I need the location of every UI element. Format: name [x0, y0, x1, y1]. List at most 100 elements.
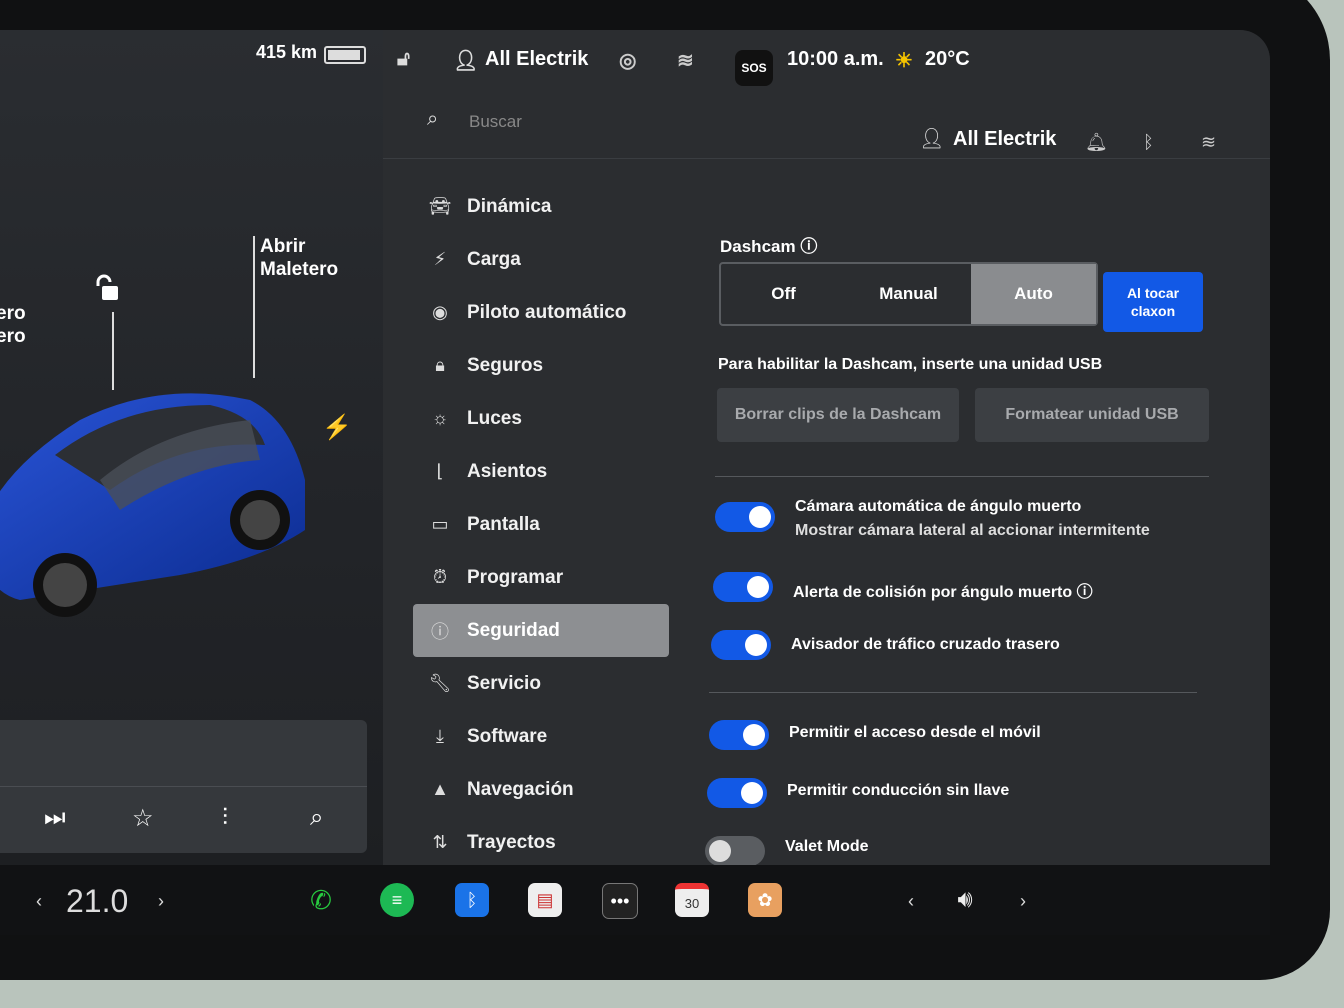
volume-icon[interactable]: 🔊︎	[948, 883, 982, 917]
menu-item-seguridad[interactable]: ⓘ Seguridad	[413, 604, 669, 657]
toggle-blind-spot-collision-alert[interactable]	[713, 572, 773, 602]
media-search-icon[interactable]: ⌕	[310, 804, 323, 832]
profile-icon[interactable]: 👤︎	[453, 48, 478, 73]
profile-name[interactable]: All Electrik	[485, 48, 588, 71]
menu-item-seguros[interactable]: 🔒︎ Seguros	[413, 339, 669, 392]
range-readout: 415 km	[256, 42, 318, 62]
toggle-label: Permitir conducción sin llave	[787, 782, 1010, 799]
dashcam-mode-selector: Off Manual Auto	[719, 262, 1098, 326]
menu-item-software[interactable]: ⤓ Software	[413, 710, 669, 763]
search-row: ⌕ Buscar 👤︎ All Electrik 🔔︎ ᛒ ≋	[383, 90, 1270, 159]
download-icon: ⤓	[436, 726, 444, 746]
toggle-valet-mode[interactable]	[705, 836, 765, 866]
phone-icon[interactable]: ✆	[304, 883, 338, 917]
dashcam-title: Dashcam ⓘ	[720, 237, 818, 256]
unlock-icon[interactable]	[96, 274, 124, 311]
sentry-icon[interactable]: ◎	[619, 48, 636, 73]
status-bar: 🔓︎ 👤︎ All Electrik ◎ ≋ SOS 10:00 a.m. ☀ …	[383, 30, 1270, 90]
settings-menu: 🚘︎ Dinámica ⚡︎ Carga ◉ Piloto automático 🔒︎…	[413, 180, 669, 869]
navigation-icon: ▲	[431, 779, 449, 799]
media-player: ⏭ ☆ ⫶ ⌕	[0, 720, 367, 853]
bluetooth-app-icon[interactable]: ᛒ	[455, 883, 489, 917]
sun-icon: ☀	[895, 50, 913, 72]
light-icon: ☼	[431, 408, 449, 428]
info-icon[interactable]: ⓘ	[1077, 584, 1093, 601]
open-trunk-button[interactable]: Abrir Maletero	[260, 235, 338, 281]
car-model-image	[0, 393, 305, 617]
outside-temperature: 20°C	[925, 48, 970, 70]
lock-icon: 🔒︎	[435, 355, 445, 375]
toggle-label: Valet Mode	[785, 838, 869, 855]
menu-item-dinamica[interactable]: 🚘︎ Dinámica	[413, 180, 669, 233]
menu-item-trayectos[interactable]: ⇅ Trayectos	[413, 816, 669, 869]
wifi-status-icon: ≋	[677, 50, 694, 72]
menu-item-asientos[interactable]: ⌊ Asientos	[413, 445, 669, 498]
toggle-mobile-access[interactable]	[709, 720, 769, 750]
next-track-icon[interactable]: ⏭	[44, 804, 66, 832]
bottom-dock: ‹ 21.0 › ✆ ≡ ᛒ ▤ ••• 30 ✿ ‹ 🔊︎ ›	[0, 865, 1270, 935]
seat-icon: ⌊	[436, 461, 444, 481]
clock: 10:00 a.m.	[787, 48, 884, 70]
temp-up-icon[interactable]: ›	[158, 891, 164, 912]
charge-port-icon[interactable]: ⚡	[322, 413, 352, 442]
divider	[709, 692, 1197, 693]
menu-item-luces[interactable]: ☼ Luces	[413, 392, 669, 445]
wifi-icon[interactable]: ≋	[1201, 132, 1216, 153]
schedule-icon: ⏰︎	[432, 567, 448, 587]
battery-icon	[324, 46, 366, 64]
wrench-icon: 🔧︎	[428, 673, 452, 693]
screen: 415 km Abrir Maletero ero ero ⚡ ⏭ ☆ ⫶ ⌕ …	[0, 30, 1270, 935]
photos-icon[interactable]: ✿	[748, 883, 782, 917]
delete-dashcam-clips-button[interactable]: Borrar clips de la Dashcam	[717, 388, 959, 442]
sos-button[interactable]: SOS	[735, 50, 773, 86]
menu-item-pantalla[interactable]: ▭ Pantalla	[413, 498, 669, 551]
alert-icon: ⓘ	[431, 621, 449, 642]
info-icon[interactable]: ⓘ	[800, 237, 817, 256]
calendar-icon[interactable]: 30	[675, 883, 709, 917]
toggle-blind-spot-camera[interactable]	[715, 502, 775, 532]
temp-down-icon[interactable]: ‹	[36, 891, 42, 912]
menu-item-navegacion[interactable]: ▲ Navegación	[413, 763, 669, 816]
lock-status-icon[interactable]: 🔓︎	[397, 48, 410, 71]
menu-item-piloto-automatico[interactable]: ◉ Piloto automático	[413, 286, 669, 339]
trunk-pointer-line	[253, 236, 255, 378]
menu-item-carga[interactable]: ⚡︎ Carga	[413, 233, 669, 286]
toggle-label: Avisador de tráfico cruzado trasero	[791, 636, 1060, 653]
bell-icon[interactable]: 🔔︎	[1085, 132, 1108, 153]
account-name[interactable]: All Electrik	[953, 128, 1056, 151]
favorite-star-icon[interactable]: ☆	[132, 804, 154, 833]
display-icon: ▭	[431, 514, 449, 534]
steering-wheel-icon: ◉	[432, 302, 448, 322]
dashcam-usb-hint: Para habilitar la Dashcam, inserte una u…	[718, 356, 1103, 373]
bolt-icon: ⚡︎	[433, 249, 447, 269]
bluetooth-icon[interactable]: ᛒ	[1143, 132, 1154, 153]
car-panel: 415 km Abrir Maletero ero ero ⚡ ⏭ ☆ ⫶ ⌕	[0, 30, 383, 865]
menu-item-programar[interactable]: ⏰︎ Programar	[413, 551, 669, 604]
spotify-icon[interactable]: ≡	[380, 883, 414, 917]
toggle-rear-cross-traffic[interactable]	[711, 630, 771, 660]
volume-down-icon[interactable]: ‹	[908, 891, 914, 912]
search-input[interactable]: Buscar	[469, 112, 522, 132]
dashcam-option-manual[interactable]: Manual	[846, 264, 971, 324]
toggle-label: Cámara automática de ángulo muerto	[795, 498, 1082, 515]
open-frunk-button[interactable]: ero ero	[0, 302, 26, 348]
toggle-label: Permitir el acceso desde el móvil	[789, 724, 1041, 741]
cabin-temperature[interactable]: 21.0	[66, 883, 128, 920]
divider	[715, 476, 1209, 477]
more-apps-icon[interactable]: •••	[602, 883, 638, 919]
dashcam-option-off[interactable]: Off	[721, 264, 846, 324]
toybox-icon[interactable]: ▤	[528, 883, 562, 917]
dashcam-on-horn-button[interactable]: Al tocar claxon	[1103, 272, 1203, 332]
trips-icon: ⇅	[432, 832, 448, 852]
media-divider	[0, 786, 367, 787]
volume-up-icon[interactable]: ›	[1020, 891, 1026, 912]
toggle-keyless-driving[interactable]	[707, 778, 767, 808]
dashcam-option-auto[interactable]: Auto	[971, 264, 1096, 324]
car-icon: 🚘︎	[428, 196, 452, 216]
format-usb-button[interactable]: Formatear unidad USB	[975, 388, 1209, 442]
settings-panel: 🔓︎ 👤︎ All Electrik ◎ ≋ SOS 10:00 a.m. ☀ …	[383, 30, 1270, 866]
equalizer-icon[interactable]: ⫶	[222, 804, 228, 832]
toggle-label: Alerta de colisión por ángulo muerto ⓘ	[793, 584, 1093, 601]
search-icon: ⌕	[427, 108, 439, 130]
menu-item-servicio[interactable]: 🔧︎ Servicio	[413, 657, 669, 710]
